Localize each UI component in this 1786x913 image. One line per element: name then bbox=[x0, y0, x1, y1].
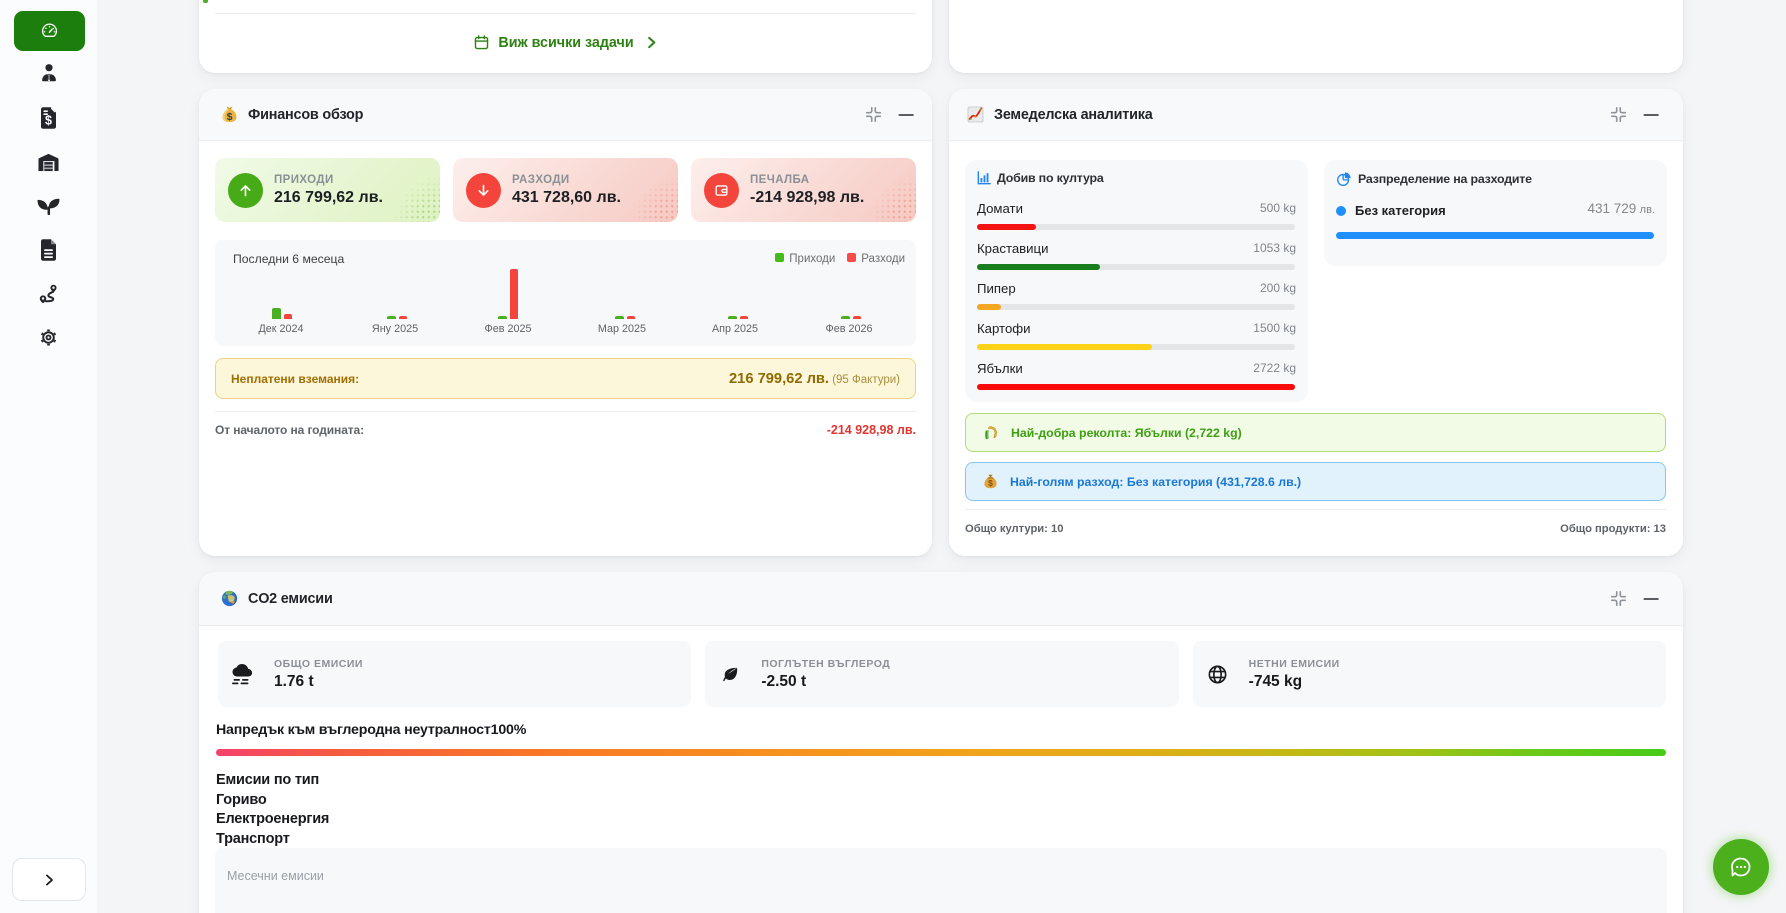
svg-text:$: $ bbox=[988, 479, 993, 488]
svg-text:$: $ bbox=[227, 112, 233, 123]
svg-text:$: $ bbox=[45, 114, 52, 128]
